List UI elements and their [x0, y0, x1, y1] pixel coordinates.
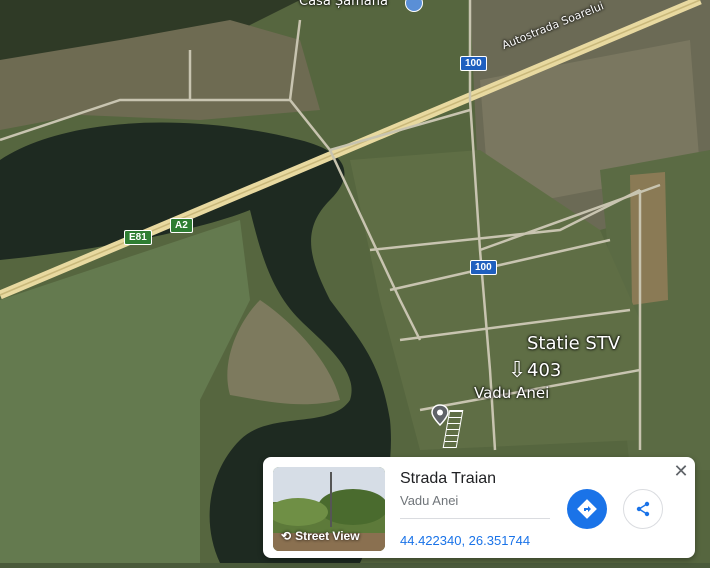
place-subtitle: Vadu Anei [400, 493, 459, 508]
share-icon [636, 501, 650, 517]
coordinates-link[interactable]: 44.422340, 26.351744 [400, 533, 530, 548]
road-shield-e81: E81 [124, 230, 152, 245]
place-title: Strada Traian [400, 470, 497, 487]
share-button[interactable] [623, 489, 663, 529]
street-view-label[interactable]: ⟲ Street View [281, 529, 360, 543]
place-label-vadu-anei[interactable]: Vadu Anei [474, 384, 549, 402]
card-divider [400, 518, 550, 519]
close-button[interactable]: ✕ [671, 460, 691, 482]
street-view-icon: ⟲ [281, 529, 292, 543]
annotation-statie-number: 403 [527, 360, 562, 381]
annotation-statie: Statie STV [527, 333, 621, 354]
street-view-thumbnail[interactable]: ⟲ Street View [273, 467, 385, 551]
place-label-casa-samana[interactable]: Casa Șamana [299, 0, 388, 9]
place-info-card: ⟲ Street View Strada Traian Vadu Anei 44… [263, 457, 695, 558]
directions-icon [577, 499, 597, 519]
road-shield-100-mid: 100 [470, 260, 497, 275]
arrow-down-icon: ⇩ [508, 358, 527, 383]
directions-button[interactable] [567, 489, 607, 529]
road-shield-a2: A2 [170, 218, 193, 233]
close-icon: ✕ [673, 460, 689, 482]
road-shield-100-top: 100 [460, 56, 487, 71]
